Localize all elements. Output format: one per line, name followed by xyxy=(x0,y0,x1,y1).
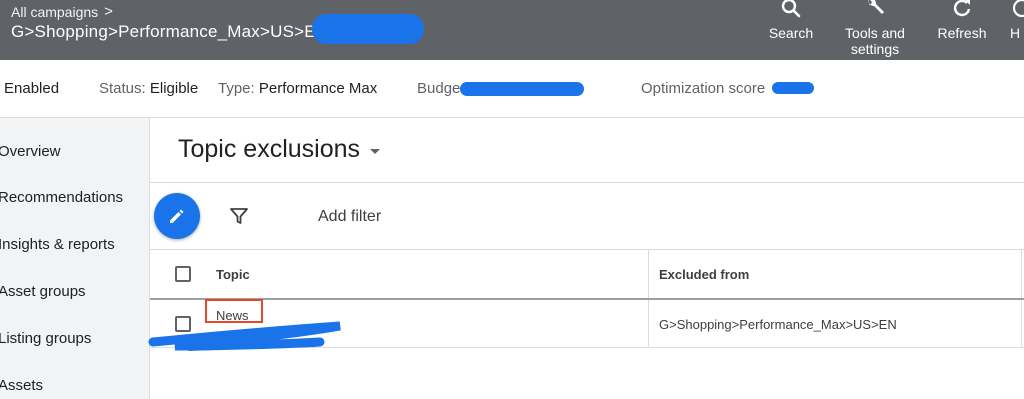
excluded-from-cell: G>Shopping>Performance_Max>US>EN xyxy=(659,317,897,332)
redaction-mark xyxy=(312,14,424,44)
tools-label-line2: settings xyxy=(850,41,900,57)
refresh-icon xyxy=(953,0,971,17)
status-label: Status: xyxy=(99,80,146,97)
divider xyxy=(150,182,1024,183)
budget-label[interactable]: Budge xyxy=(417,80,460,97)
sidebar-item-recommendations[interactable]: Recommendations xyxy=(0,189,123,206)
redaction-mark xyxy=(460,82,584,96)
chevron-right-icon: > xyxy=(104,3,113,20)
breadcrumb[interactable]: All campaigns > xyxy=(11,3,113,20)
redaction-mark xyxy=(772,82,814,94)
page-title[interactable]: Topic exclusions xyxy=(178,135,381,164)
main-content: Topic exclusions Add filter Topic Exclud… xyxy=(150,118,1024,399)
divider xyxy=(150,249,1024,250)
optimization-score-label[interactable]: Optimization score xyxy=(641,80,765,97)
help-icon xyxy=(1012,0,1024,18)
page-title-text: Topic exclusions xyxy=(178,135,361,163)
type-value: Performance Max xyxy=(258,80,378,97)
breadcrumb-all-campaigns[interactable]: All campaigns xyxy=(11,4,98,20)
campaign-name: G>Shopping>Performance_Max>US>EN xyxy=(11,22,329,41)
sidebar-item-listing-groups[interactable]: Listing groups xyxy=(0,330,91,347)
search-button[interactable]: Search xyxy=(766,0,816,41)
pencil-icon xyxy=(170,209,184,223)
tools-and-settings-button[interactable]: Tools and settings xyxy=(838,0,912,57)
redaction-mark xyxy=(148,321,341,351)
caret-down-icon xyxy=(370,149,381,154)
tools-icon xyxy=(868,0,884,14)
sidebar-item-insights-reports[interactable]: Insights & reports xyxy=(0,236,115,253)
top-bar: All campaigns > G>Shopping>Performance_M… xyxy=(0,0,1024,60)
refresh-button-label: Refresh xyxy=(937,25,987,41)
tools-label-line1: Tools and xyxy=(845,25,905,41)
search-icon xyxy=(781,0,801,18)
edit-button[interactable] xyxy=(154,193,200,239)
sidebar: Overview Recommendations Insights & repo… xyxy=(0,118,150,399)
column-header-topic[interactable]: Topic xyxy=(216,267,250,282)
sidebar-item-overview[interactable]: Overview xyxy=(0,143,61,160)
add-filter-button[interactable]: Add filter xyxy=(318,208,381,226)
type-field: Type: Performance Max xyxy=(218,80,377,97)
sidebar-item-assets[interactable]: Assets xyxy=(0,377,43,394)
enabled-status[interactable]: Enabled xyxy=(4,80,59,97)
status-field: Status: Eligible xyxy=(99,80,198,97)
help-button-label: H xyxy=(1010,25,1021,41)
help-button[interactable]: H xyxy=(1010,0,1024,41)
header-divider xyxy=(150,298,1024,300)
sidebar-item-asset-groups[interactable]: Asset groups xyxy=(0,283,86,300)
filter-icon[interactable] xyxy=(229,206,249,226)
refresh-button[interactable]: Refresh xyxy=(932,0,992,41)
select-all-checkbox[interactable] xyxy=(175,266,191,282)
search-button-label: Search xyxy=(768,25,814,41)
column-header-excluded-from[interactable]: Excluded from xyxy=(659,267,749,282)
status-value: Eligible xyxy=(149,80,199,97)
type-label: Type: xyxy=(218,80,255,97)
